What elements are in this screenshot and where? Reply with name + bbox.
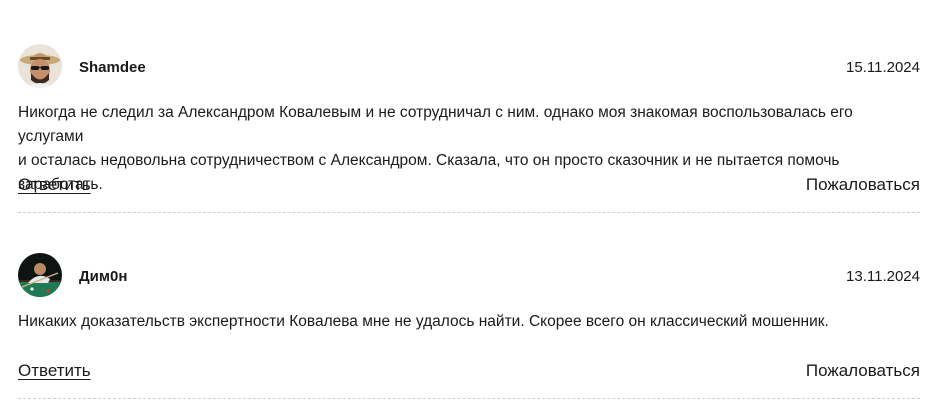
reply-link[interactable]: Ответить: [18, 361, 91, 381]
comment-date: 15.11.2024: [846, 59, 920, 76]
comment-author: Shamdee: [79, 59, 146, 76]
comment-divider: [18, 212, 920, 213]
complain-link[interactable]: Пожаловаться: [806, 361, 920, 381]
comment-text-line: Никаких доказательств экспертности Ковал…: [18, 313, 829, 330]
comment-text: Никогда не следил за Александром Ковалев…: [18, 101, 920, 197]
comment-divider: [18, 398, 920, 399]
comment-text-line: и осталась недовольна сотрудничеством с …: [18, 152, 840, 193]
comment-text: Никаких доказательств экспертности Ковал…: [18, 310, 920, 334]
comment-text-line: Никогда не следил за Александром Ковалев…: [18, 104, 853, 145]
comment-date: 13.11.2024: [846, 268, 920, 285]
comment-author: Дим0н: [79, 268, 128, 285]
complain-link[interactable]: Пожаловаться: [806, 175, 920, 195]
reply-link[interactable]: Ответить: [18, 175, 91, 195]
man-in-hat-avatar-icon: [18, 44, 62, 88]
billiards-player-avatar-icon: [18, 253, 62, 297]
